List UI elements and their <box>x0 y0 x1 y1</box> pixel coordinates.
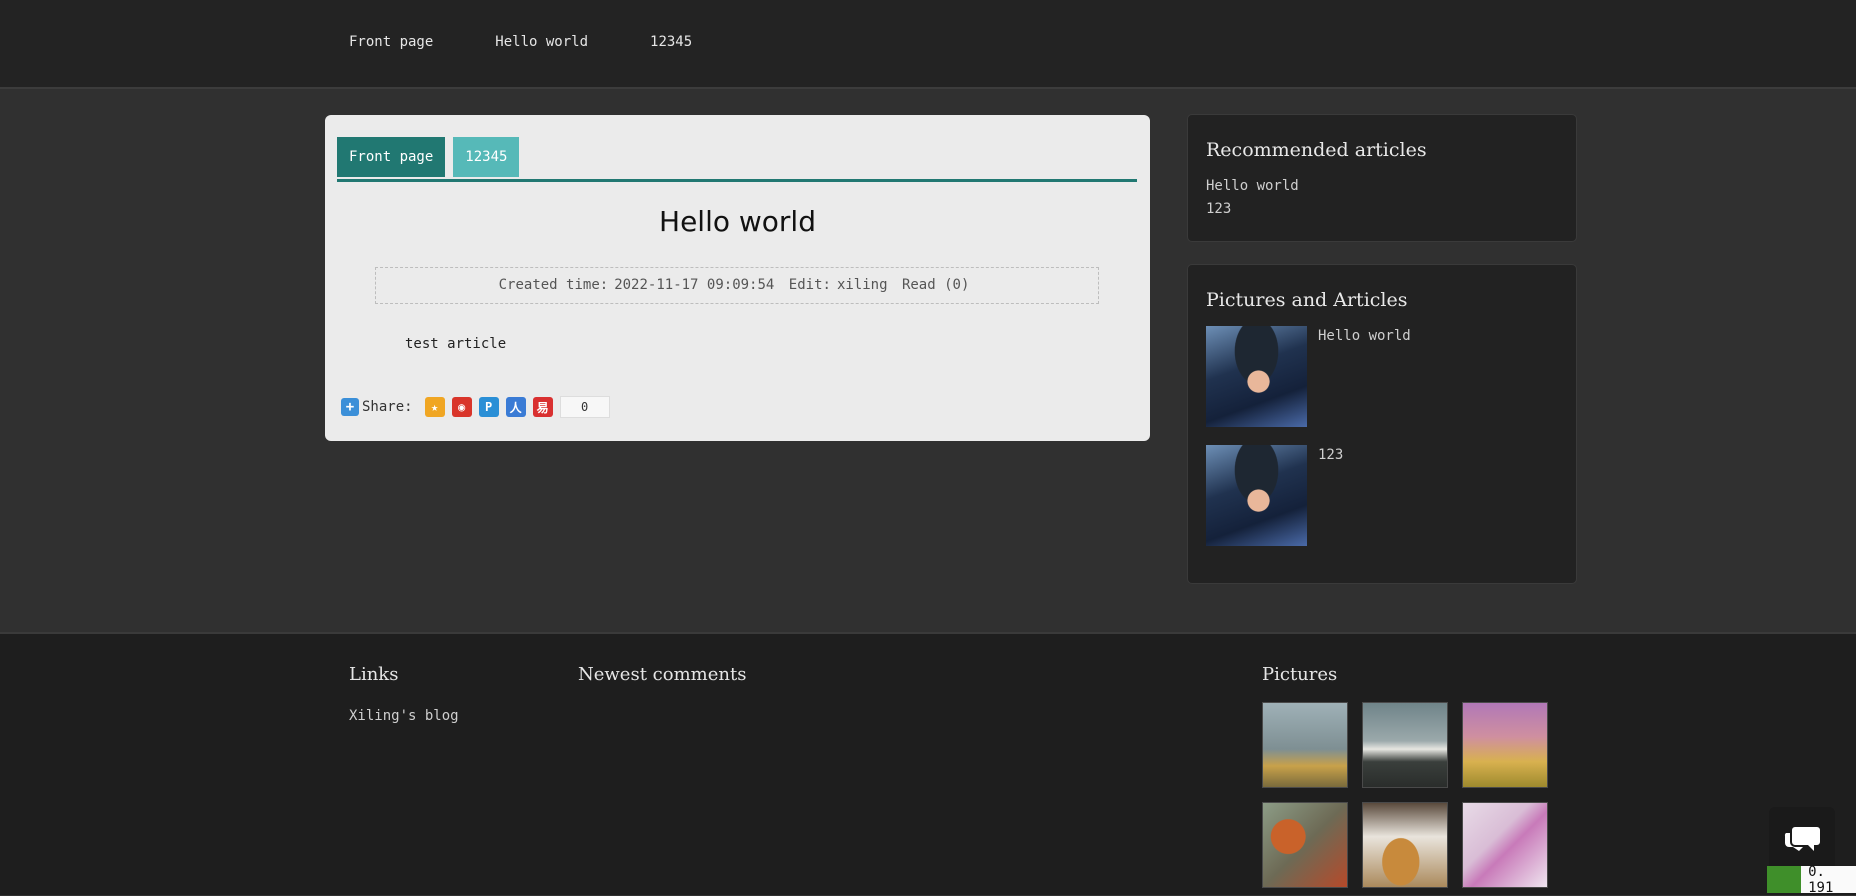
share-label: Share: <box>362 399 413 415</box>
gallery-thumbnail[interactable] <box>1262 702 1348 788</box>
nav-front-page[interactable]: Front page <box>349 34 433 50</box>
created-value: 2022-11-17 09:09:54 <box>614 277 775 293</box>
top-navbar: Front page Hello world 12345 <box>0 0 1856 89</box>
edit-label: Edit: <box>788 277 831 293</box>
gallery-thumbnail[interactable] <box>1362 802 1448 888</box>
share-plus-icon[interactable]: + <box>341 398 359 416</box>
links-heading: Links <box>349 664 399 685</box>
edit-value: xiling <box>836 277 888 293</box>
picture-article-link[interactable]: 123 <box>1318 447 1343 463</box>
main-nav: Front page Hello world 12345 <box>349 34 754 50</box>
performance-value: 0. 191 <box>1808 863 1834 896</box>
pictures-articles-title: Pictures and Articles <box>1206 289 1408 311</box>
article-body: test article <box>405 336 507 352</box>
article-card: Front page 12345 Hello world Created tim… <box>325 115 1150 441</box>
gallery-thumbnail[interactable] <box>1262 802 1348 888</box>
share-bar: + Share: ★ ◉ P 人 易 0 <box>341 396 610 418</box>
performance-badge: 0. 191 <box>1767 863 1856 896</box>
blog-link[interactable]: Xiling's blog <box>349 708 459 724</box>
breadcrumb: Front page 12345 <box>337 137 1137 182</box>
qzone-icon[interactable]: ★ <box>424 397 445 417</box>
weibo-icon[interactable]: ◉ <box>451 397 472 417</box>
newest-comments-heading: Newest comments <box>578 664 747 685</box>
article-thumbnail[interactable] <box>1206 445 1307 546</box>
gallery-thumbnail[interactable] <box>1462 702 1548 788</box>
recommended-item[interactable]: Hello world <box>1206 178 1299 194</box>
created-label: Created time: <box>498 277 609 293</box>
recommended-title: Recommended articles <box>1206 139 1427 161</box>
breadcrumb-home[interactable]: Front page <box>337 137 446 177</box>
gallery-thumbnail[interactable] <box>1362 702 1448 788</box>
nav-12345[interactable]: 12345 <box>650 34 692 50</box>
recommended-item[interactable]: 123 <box>1206 201 1231 217</box>
nav-hello-world[interactable]: Hello world <box>495 34 588 50</box>
netease-icon[interactable]: 易 <box>532 397 553 417</box>
picture-article-link[interactable]: Hello world <box>1318 328 1411 344</box>
article-meta: Created time: 2022-11-17 09:09:54 Edit: xi… <box>375 267 1099 304</box>
read-count: Read (0) <box>901 277 970 293</box>
gallery-thumbnail[interactable] <box>1462 802 1548 888</box>
footer: Links Xiling's blog Newest comments Pict… <box>0 632 1856 895</box>
renren-icon[interactable]: 人 <box>505 397 526 417</box>
tencent-weibo-icon[interactable]: P <box>478 397 499 417</box>
article-thumbnail[interactable] <box>1206 326 1307 427</box>
chat-icon <box>1784 826 1820 851</box>
chat-button[interactable] <box>1769 807 1835 870</box>
article-title: Hello world <box>659 205 816 238</box>
recommended-articles-box: Recommended articles Hello world 123 <box>1187 114 1577 242</box>
pictures-articles-box: Pictures and Articles Hello world 123 <box>1187 264 1577 584</box>
share-count: 0 <box>559 396 610 418</box>
breadcrumb-current[interactable]: 12345 <box>453 137 520 177</box>
pictures-heading: Pictures <box>1262 664 1338 685</box>
leaf-icon <box>1767 866 1802 893</box>
